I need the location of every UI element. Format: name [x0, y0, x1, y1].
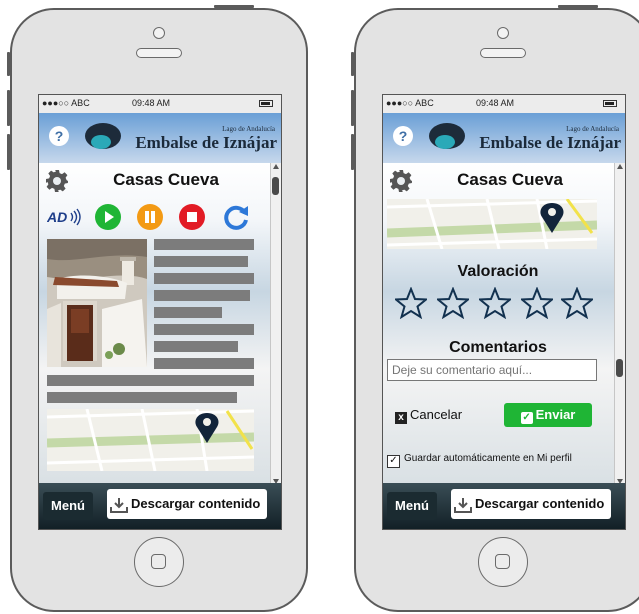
download-label: Descargar contenido	[131, 496, 261, 511]
text-line	[154, 256, 248, 267]
carrier-label: ●●●○○ ABC	[42, 98, 90, 108]
location-map[interactable]	[387, 199, 597, 249]
checkbox-icon[interactable]: ✓	[387, 455, 400, 468]
gear-icon[interactable]	[389, 169, 413, 193]
svg-text:AD: AD	[47, 209, 67, 225]
audio-description-icon[interactable]: AD	[47, 208, 81, 226]
scrollbar-thumb[interactable]	[616, 359, 623, 377]
close-icon: x	[395, 412, 407, 424]
download-icon	[454, 497, 472, 513]
pause-icon[interactable]	[137, 204, 163, 230]
text-line	[47, 375, 254, 386]
speaker	[480, 48, 526, 58]
send-label: Enviar	[535, 407, 576, 422]
logo-title: Embalse de Iznájar	[135, 133, 277, 152]
text-line	[154, 290, 250, 301]
screen-right: ●●●○○ ABC 09:48 AM ? Lago de Andalucía E…	[382, 94, 626, 530]
text-line	[154, 341, 238, 352]
status-bar: ●●●○○ ABC 09:48 AM	[39, 95, 281, 113]
home-button[interactable]	[134, 537, 184, 587]
check-icon: ✓	[520, 412, 533, 424]
screen-left: ●●●○○ ABC 09:48 AM ? Lago de Andalucía E…	[38, 94, 282, 530]
gear-icon[interactable]	[45, 169, 69, 193]
autosave-label: Guardar automáticamente en Mi perfil	[404, 453, 572, 464]
home-button[interactable]	[478, 537, 528, 587]
text-line	[154, 358, 254, 369]
scrollbar[interactable]	[614, 163, 625, 485]
star-icon[interactable]	[479, 287, 511, 319]
location-map[interactable]	[47, 409, 254, 471]
play-icon[interactable]	[95, 204, 121, 230]
footer-bar: Menú Descargar contenido	[39, 483, 281, 529]
star-icon[interactable]	[561, 287, 593, 319]
help-icon[interactable]: ?	[393, 126, 413, 146]
footer-bar: Menú Descargar contenido	[383, 483, 625, 529]
download-label: Descargar contenido	[475, 496, 605, 511]
stop-icon[interactable]	[179, 204, 205, 230]
send-button[interactable]: ✓ Enviar	[504, 403, 592, 427]
star-icon[interactable]	[437, 287, 469, 319]
menu-button[interactable]: Menú	[43, 492, 93, 520]
logo-subtitle: Lago de Andalucía	[222, 125, 275, 133]
cave-house-image	[47, 239, 147, 367]
cancel-label: Cancelar	[410, 407, 463, 422]
cancel-button[interactable]: x Cancelar	[395, 407, 462, 424]
page-title: Casas Cueva	[457, 170, 563, 189]
content-area: Casas Cueva Valoración Comentarios Deje …	[383, 163, 625, 485]
star-icon[interactable]	[395, 287, 427, 319]
download-button[interactable]: Descargar contenido	[451, 489, 611, 519]
text-line	[154, 324, 254, 335]
phone-frame-right: ●●●○○ ABC 09:48 AM ? Lago de Andalucía E…	[351, 5, 639, 612]
content-area: Casas Cueva AD	[39, 163, 281, 485]
text-line	[47, 392, 237, 403]
download-icon	[110, 497, 128, 513]
text-line	[154, 273, 254, 284]
refresh-icon[interactable]	[223, 203, 251, 231]
logo-title: Embalse de Iznájar	[479, 133, 621, 152]
clock-label: 09:48 AM	[132, 98, 171, 108]
page-title: Casas Cueva	[113, 170, 219, 189]
scrollbar-thumb[interactable]	[272, 177, 279, 195]
battery-icon	[603, 100, 617, 107]
speaker	[136, 48, 182, 58]
camera	[497, 27, 509, 39]
scrollbar[interactable]	[270, 163, 281, 485]
logo-wave	[91, 135, 111, 149]
comment-input[interactable]	[387, 359, 597, 381]
logo-wave	[435, 135, 455, 149]
rating-heading: Valoración	[457, 263, 539, 280]
clock-label: 09:48 AM	[476, 98, 515, 108]
camera	[153, 27, 165, 39]
battery-icon	[259, 100, 273, 107]
app-header: ? Lago de Andalucía Embalse de Iznájar	[39, 113, 281, 163]
download-button[interactable]: Descargar contenido	[107, 489, 267, 519]
help-icon[interactable]: ?	[49, 126, 69, 146]
autosave-checkbox[interactable]: ✓ Guardar automáticamente en Mi perfil	[387, 453, 572, 468]
comments-heading: Comentarios	[449, 339, 547, 356]
text-line	[154, 239, 254, 250]
star-icon[interactable]	[521, 287, 553, 319]
phone-frame-left: ●●●○○ ABC 09:48 AM ? Lago de Andalucía E…	[7, 5, 308, 612]
text-line	[154, 307, 222, 318]
status-bar: ●●●○○ ABC 09:48 AM	[383, 95, 625, 113]
logo-subtitle: Lago de Andalucía	[566, 125, 619, 133]
menu-button[interactable]: Menú	[387, 492, 437, 520]
app-header: ? Lago de Andalucía Embalse de Iznájar	[383, 113, 625, 163]
carrier-label: ●●●○○ ABC	[386, 98, 434, 108]
